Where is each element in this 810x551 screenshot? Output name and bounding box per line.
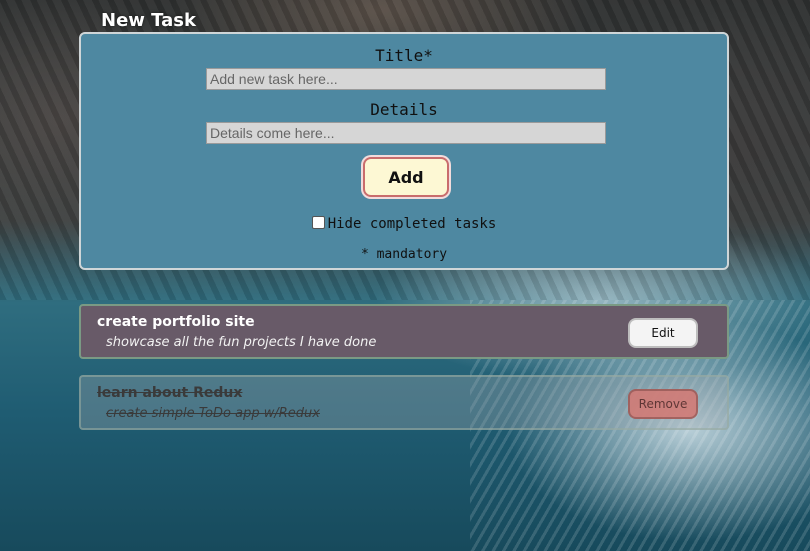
title-input[interactable] [206,68,606,90]
hide-completed-checkbox[interactable] [311,216,325,229]
new-task-form: Title* Details Add Hide completed tasks … [79,32,729,270]
edit-button[interactable]: Edit [628,318,698,348]
new-task-heading: New Task [101,10,196,31]
mandatory-note: * mandatory [360,247,448,262]
details-input[interactable] [206,122,606,144]
task-item: create portfolio site showcase all the f… [79,304,729,359]
remove-button[interactable]: Remove [628,389,698,419]
task-title: learn about Redux [97,385,243,401]
hide-completed-row[interactable]: Hide completed tasks [81,216,727,232]
add-button[interactable]: Add [363,157,449,197]
task-item-completed: learn about Redux create simple ToDo app… [79,375,729,430]
task-details: create simple ToDo app w/Redux [106,406,320,421]
details-label: Details [370,100,438,119]
title-label: Title* [375,46,433,65]
task-details: showcase all the fun projects I have don… [106,335,377,350]
hide-completed-label: Hide completed tasks [327,216,497,232]
task-title: create portfolio site [97,314,255,330]
